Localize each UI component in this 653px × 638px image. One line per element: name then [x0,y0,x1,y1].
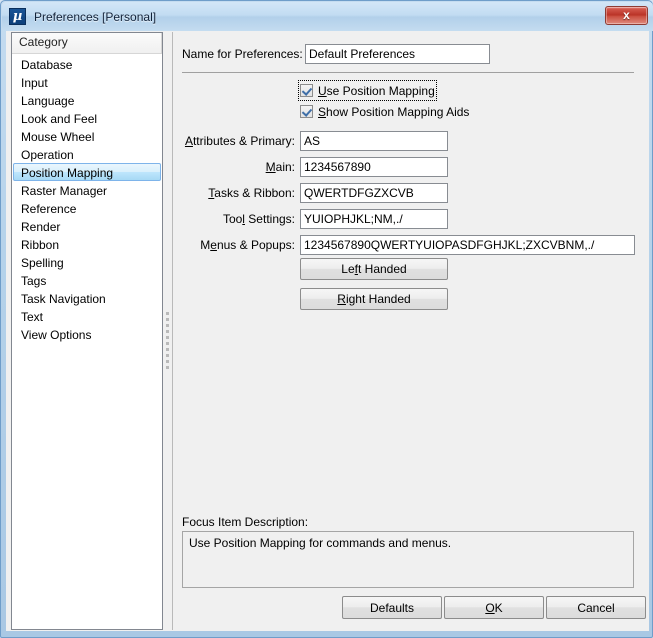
menus-popups-row: Menus & Popups: [172,235,635,255]
show-position-mapping-aids-label: Show Position Mapping Aids [318,105,469,119]
mnemonic-e: e [210,238,217,252]
ok-button[interactable]: OK [444,596,544,619]
main-label-text: ain: [275,160,295,174]
sidebar-item-raster-manager[interactable]: Raster Manager [13,181,161,199]
tasks-ribbon-input[interactable] [300,183,448,203]
sidebar-item-mouse-wheel[interactable]: Mouse Wheel [13,127,161,145]
tasks-ribbon-label-text: asks & Ribbon: [214,186,295,200]
sidebar-item-operation[interactable]: Operation [13,145,161,163]
attributes-primary-input[interactable] [300,131,448,151]
focus-item-description-text: Use Position Mapping for commands and me… [182,531,634,588]
attributes-primary-row: Attributes & Primary: [172,131,448,151]
mu-icon: µ [9,8,26,25]
mnemonic-o: O [485,600,495,615]
defaults-button[interactable]: Defaults [342,596,442,619]
name-for-preferences-label: Name for Preferences: [182,47,303,61]
show-position-mapping-aids-label-text: how Position Mapping Aids [326,104,470,119]
sidebar-item-input[interactable]: Input [13,73,161,91]
window-title: Preferences [Personal] [34,9,157,24]
pane-divider [172,32,173,630]
main-row: Main: [172,157,448,177]
sidebar-item-database[interactable]: Database [13,55,161,73]
left-handed-label-pre: Le [341,262,355,276]
settings-pane: Name for Preferences: Use Position Mappi… [172,32,646,630]
sidebar-item-reference[interactable]: Reference [13,199,161,217]
sidebar-item-text[interactable]: Text [13,307,161,325]
pane-splitter[interactable] [164,32,172,630]
category-items: Database Input Language Look and Feel Mo… [12,54,162,343]
sidebar-item-task-navigation[interactable]: Task Navigation [13,289,161,307]
sidebar-item-look-and-feel[interactable]: Look and Feel [13,109,161,127]
mnemonic-r: R [337,292,346,306]
tool-settings-label-pre: Too [222,212,243,226]
name-for-preferences-input[interactable] [305,44,490,64]
category-list-header: Category [12,33,162,54]
attributes-primary-label-text: ttributes & Primary: [192,134,295,148]
client-area: Category Database Input Language Look an… [6,31,649,631]
use-position-mapping-label: Use Position Mapping [318,84,435,98]
mnemonic-u: U [318,83,327,98]
menus-popups-input[interactable] [300,235,635,255]
category-list[interactable]: Category Database Input Language Look an… [11,32,163,630]
tool-settings-input[interactable] [300,209,448,229]
use-position-mapping-row[interactable]: Use Position Mapping [298,80,437,101]
section-divider [182,72,634,73]
tool-settings-label: Tool Settings: [172,212,295,226]
left-handed-button[interactable]: Left Handed [300,258,448,280]
mnemonic-m: M [265,160,276,174]
close-icon[interactable]: x [605,6,648,25]
sidebar-item-language[interactable]: Language [13,91,161,109]
focus-item-description-label: Focus Item Description: [182,515,309,529]
mnemonic-a: A [184,134,193,148]
sidebar-item-view-options[interactable]: View Options [13,325,161,343]
show-position-mapping-aids-checkbox[interactable] [300,105,313,118]
use-position-mapping-checkbox[interactable] [300,84,313,97]
main-input[interactable] [300,157,448,177]
name-for-preferences-row: Name for Preferences: [182,44,490,64]
sidebar-item-tags[interactable]: Tags [13,271,161,289]
menus-popups-label-text: nus & Popups: [216,238,295,252]
ok-label-post: K [494,600,503,615]
menus-popups-label: Menus & Popups: [172,238,295,252]
preferences-window: µ Preferences [Personal] x Category Data… [0,0,653,638]
sidebar-item-spelling[interactable]: Spelling [13,253,161,271]
cancel-button[interactable]: Cancel [546,596,646,619]
splitter-grip-icon [166,312,169,372]
tasks-ribbon-row: Tasks & Ribbon: [172,183,448,203]
sidebar-item-render[interactable]: Render [13,217,161,235]
menus-popups-label-pre: M [200,238,211,252]
tasks-ribbon-label: Tasks & Ribbon: [172,186,295,200]
left-handed-label-post: t Handed [358,262,407,276]
title-bar: µ Preferences [Personal] x [2,2,653,31]
use-position-mapping-label-text: se Position Mapping [326,83,435,98]
attributes-primary-label: Attributes & Primary: [172,134,295,148]
sidebar-item-position-mapping[interactable]: Position Mapping [13,163,161,181]
tool-settings-row: Tool Settings: [172,209,448,229]
tool-settings-label-text: Settings: [244,212,295,226]
right-handed-button[interactable]: Right Handed [300,288,448,310]
right-handed-label-post: ight Handed [345,292,411,306]
sidebar-item-ribbon[interactable]: Ribbon [13,235,161,253]
main-label: Main: [172,160,295,174]
show-position-mapping-aids-row[interactable]: Show Position Mapping Aids [300,103,469,120]
mnemonic-s: S [318,104,327,119]
